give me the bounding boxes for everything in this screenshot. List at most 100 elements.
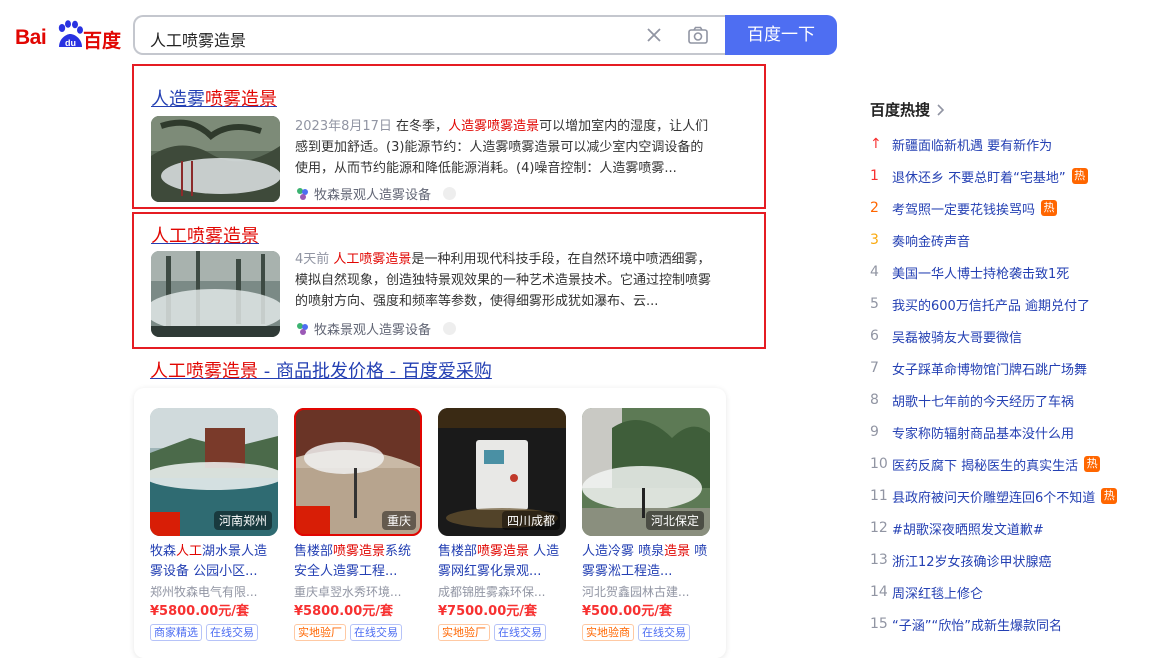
result-title-link[interactable]: 人造雾喷雾造景 — [151, 85, 277, 111]
product-card[interactable]: 四川成都 售楼部喷雾造景 人造雾网红雾化景观... 成都锦胜雾森环保... ¥7… — [438, 408, 566, 641]
result-abstract-text: 在冬季， — [396, 119, 449, 134]
hot-search-item[interactable]: 3 奏响金砖声音 — [870, 224, 1140, 256]
result-title-highlight: 人工喷雾造景 — [151, 226, 259, 247]
product-card[interactable]: 河南郑州 牧森人工湖水景人造雾设备 公园小区... 郑州牧森电气有限... ¥5… — [150, 408, 278, 641]
hot-search-text: 县政府被问天价雕塑连回6个不知道 — [892, 490, 1096, 506]
hot-search-header[interactable]: 百度热搜 — [870, 99, 946, 120]
hot-search-item[interactable]: 10 医药反腐下 揭秘医生的真实生活热 — [870, 448, 1140, 480]
search-button[interactable]: 百度一下 — [725, 15, 837, 55]
more-options-icon[interactable] — [443, 187, 457, 200]
product-price: ¥7500.00元/套 — [438, 604, 538, 619]
result-abstract: 4天前 人工喷雾造景是一种利用现代科技手段，在自然环境中喷洒细雾，模拟自然现象，… — [295, 249, 715, 312]
hot-search-item[interactable]: 11 县政府被问天价雕塑连回6个不知道热 — [870, 480, 1140, 512]
hot-search-item[interactable]: 9 专家称防辐射商品基本没什么用 — [870, 416, 1140, 448]
product-title[interactable]: 售楼部喷雾造景 人造雾网红雾化景观... — [438, 542, 566, 582]
product-image[interactable]: 河南郑州 — [150, 408, 278, 536]
product-city-badge: 重庆 — [381, 511, 416, 530]
hot-search-item[interactable]: 7 女子踩革命博物馆门牌石跳广场舞 — [870, 352, 1140, 384]
product-title[interactable]: 售楼部喷雾造景系统 安全人造雾工程... — [294, 542, 422, 582]
product-title-text: 售楼部 — [438, 544, 478, 559]
product-shop[interactable]: 河北贺鑫园林古建... — [582, 582, 710, 602]
product-image[interactable]: 重庆 — [294, 408, 422, 536]
product-card[interactable]: 河北保定 人造冷雾 喷泉造景 喷雾雾淞工程造... 河北贺鑫园林古建... ¥5… — [582, 408, 710, 641]
result-source-name: 牧森景观人造雾设备 — [314, 188, 432, 203]
hot-search-item[interactable]: 8 胡歌十七年前的今天经历了车祸 — [870, 384, 1140, 416]
hot-rank: 11 — [870, 488, 888, 504]
hot-search-item[interactable]: 6 吴磊被骑友大哥要微信 — [870, 320, 1140, 352]
hot-search-text: 女子踩革命博物馆门牌石跳广场舞 — [892, 362, 1088, 378]
product-title-text: 售楼部 — [294, 544, 334, 559]
close-icon[interactable] — [644, 25, 664, 45]
hot-rank: ↑ — [870, 136, 882, 152]
result-source[interactable]: 牧森景观人造雾设备 — [295, 319, 457, 338]
logo-du-text: du — [65, 38, 76, 48]
hot-search-text: 奏响金砖声音 — [892, 234, 971, 250]
result-title-link[interactable]: 人工喷雾造景 — [151, 222, 259, 248]
hot-rank: 4 — [870, 264, 879, 280]
product-title[interactable]: 人造冷雾 喷泉造景 喷雾雾淞工程造... — [582, 542, 710, 582]
result-date: 4天前 — [295, 252, 330, 267]
logo-text-cn: 百度 — [83, 30, 122, 52]
result-thumbnail[interactable] — [151, 251, 280, 337]
result-source-name: 牧森景观人造雾设备 — [314, 323, 432, 338]
hot-rank: 15 — [870, 616, 888, 632]
logo-text-latin: Bai — [15, 26, 47, 49]
hot-search-title: 百度热搜 — [870, 101, 931, 119]
hot-search-item[interactable]: 5 我买的600万信托产品 逾期兑付了 — [870, 288, 1140, 320]
result-abstract: 2023年8月17日 在冬季，人造雾喷雾造景可以增加室内的湿度，让人们感到更加舒… — [295, 116, 715, 179]
hot-search-text: 周深红毯上修仑 — [892, 586, 984, 602]
product-tag: 在线交易 — [350, 624, 402, 641]
product-tag: 实地验厂 — [294, 624, 346, 641]
hot-badge-icon: 热 — [1101, 488, 1118, 504]
hot-search-item[interactable]: 15 “子涵”“欣怡”成新生爆款同名 — [870, 608, 1140, 640]
product-title[interactable]: 牧森人工湖水景人造雾设备 公园小区... — [150, 542, 278, 582]
source-logo-icon — [297, 323, 308, 335]
hot-search-text: 医药反腐下 揭秘医生的真实生活 — [892, 458, 1079, 474]
hot-search-text: 浙江12岁女孩确诊甲状腺癌 — [892, 554, 1052, 570]
hot-search-item[interactable]: 12 #胡歌深夜晒照发文道歉# — [870, 512, 1140, 544]
hot-rank: 5 — [870, 296, 879, 312]
search-query-text: 人工喷雾造景 — [150, 31, 247, 50]
hot-search-item[interactable]: ↑ 新疆面临新机遇 要有新作为 — [870, 128, 1140, 160]
shopping-result-title[interactable]: 人工喷雾造景 - 商品批发价格 - 百度爱采购 — [150, 357, 492, 383]
shopping-title-highlight: 人工喷雾造景 — [150, 361, 258, 382]
result-source[interactable]: 牧森景观人造雾设备 — [295, 184, 457, 203]
hot-search-text: #胡歌深夜晒照发文道歉# — [892, 522, 1044, 538]
hot-rank: 12 — [870, 520, 888, 536]
hot-search-item[interactable]: 14 周深红毯上修仑 — [870, 576, 1140, 608]
hot-search-text: 吴磊被骑友大哥要微信 — [892, 330, 1023, 346]
hot-rank: 10 — [870, 456, 888, 472]
result-thumbnail[interactable] — [151, 116, 280, 202]
hot-badge-icon: 热 — [1084, 456, 1101, 472]
hot-rank: 13 — [870, 552, 888, 568]
product-shop[interactable]: 成都锦胜雾森环保... — [438, 582, 566, 602]
product-title-text: 牧森 — [150, 544, 177, 559]
search-result: 人造雾喷雾造景 2023年8月17日 在冬季，人造雾喷雾造景可以增加室内的湿度，… — [132, 64, 766, 209]
product-tag: 实地验商 — [582, 624, 634, 641]
hot-search-item[interactable]: 2 考驾照一定要花钱挨骂吗热 — [870, 192, 1140, 224]
product-shop[interactable]: 郑州牧森电气有限... — [150, 582, 278, 602]
hot-search-text: 考驾照一定要花钱挨骂吗 — [892, 202, 1036, 218]
hot-search-text: 退休还乡 不要总盯着“宅基地” — [892, 170, 1066, 186]
hot-rank: 1 — [870, 168, 879, 184]
product-tag: 在线交易 — [206, 624, 258, 641]
result-abstract-highlight: 人造雾喷雾造景 — [448, 119, 540, 134]
product-shop[interactable]: 重庆卓翌水秀环境... — [294, 582, 422, 602]
result-date: 2023年8月17日 — [295, 119, 392, 134]
product-card[interactable]: 重庆 售楼部喷雾造景系统 安全人造雾工程... 重庆卓翌水秀环境... ¥580… — [294, 408, 422, 641]
product-image[interactable]: 四川成都 — [438, 408, 566, 536]
more-options-icon[interactable] — [443, 322, 457, 335]
product-tag: 在线交易 — [638, 624, 690, 641]
hot-search-item[interactable]: 13 浙江12岁女孩确诊甲状腺癌 — [870, 544, 1140, 576]
hot-search-list: ↑ 新疆面临新机遇 要有新作为 1 退休还乡 不要总盯着“宅基地” 热 2 考驾照一定要… — [870, 128, 1140, 640]
camera-icon[interactable] — [687, 25, 709, 45]
product-tag: 实地验厂 — [438, 624, 490, 641]
hot-search-item[interactable]: 4 美国一华人博士持枪袭击致1死 — [870, 256, 1140, 288]
product-city-badge: 河北保定 — [645, 511, 704, 530]
product-title-highlight: 喷雾造景 — [333, 544, 386, 559]
hot-search-item[interactable]: 1 退休还乡 不要总盯着“宅基地” 热 — [870, 160, 1140, 192]
result-title-highlight: 喷雾造景 — [205, 89, 277, 110]
baidu-logo[interactable]: Bai du 百度 — [15, 18, 125, 54]
search-input[interactable]: 人工喷雾造景 — [133, 15, 727, 55]
product-image[interactable]: 河北保定 — [582, 408, 710, 536]
